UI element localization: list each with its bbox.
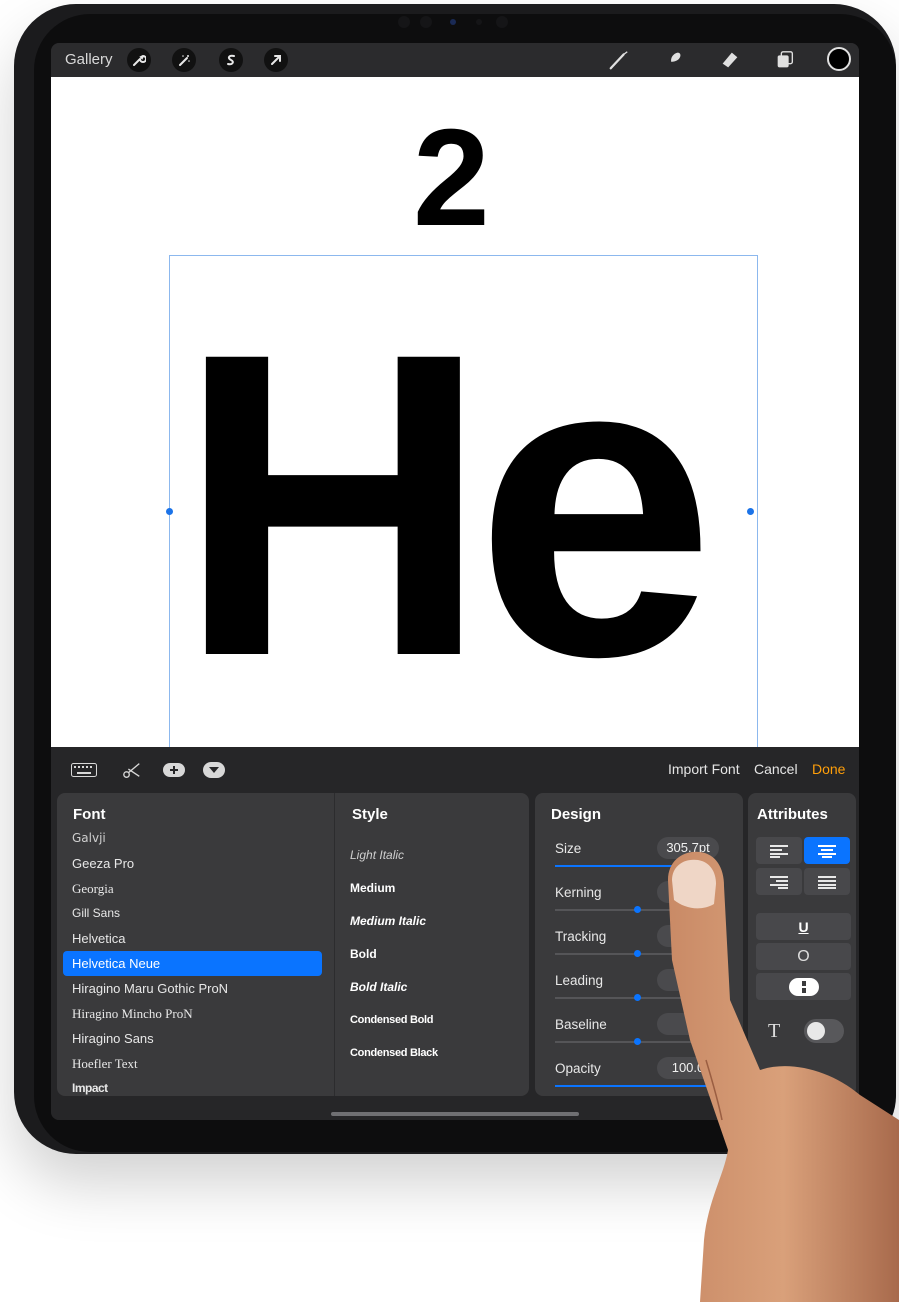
outline-button[interactable]: O xyxy=(756,943,851,970)
align-center-icon[interactable] xyxy=(804,837,850,864)
font-item[interactable]: Geeza Pro xyxy=(63,851,322,876)
text-toggle[interactable] xyxy=(804,1019,844,1043)
plus-circle-icon[interactable] xyxy=(163,759,185,781)
color-picker-button[interactable] xyxy=(827,47,851,71)
font-style-card: Font Galvji Geeza Pro Georgia Gill Sans … xyxy=(57,793,529,1096)
style-item[interactable]: Bold Italic xyxy=(350,971,438,1004)
design-card: Design Size 305.7pt Kerning Tracking Lea… xyxy=(535,793,743,1096)
opacity-value[interactable]: 100.0 xyxy=(657,1057,719,1079)
canvas-number-text: 2 xyxy=(413,101,490,255)
style-item[interactable]: Light Italic xyxy=(350,839,438,872)
underline-button[interactable]: U xyxy=(756,913,851,940)
magic-wand-icon[interactable] xyxy=(172,48,196,72)
style-item[interactable]: Condensed Bold xyxy=(350,1004,438,1037)
gallery-button[interactable]: Gallery xyxy=(65,51,113,68)
drawing-canvas[interactable]: 2 He xyxy=(51,77,859,747)
text-edit-panel: Import Font Cancel Done Font Galvji Geez… xyxy=(51,747,859,1120)
style-list[interactable]: Light Italic Medium Medium Italic Bold B… xyxy=(350,839,438,1070)
transform-arrow-icon[interactable] xyxy=(264,48,288,72)
brush-icon[interactable] xyxy=(607,48,631,72)
align-left-icon[interactable] xyxy=(756,837,802,864)
wrench-icon[interactable] xyxy=(127,48,151,72)
font-item[interactable]: Hiragino Maru Gothic ProN xyxy=(63,976,322,1001)
procreate-screen: Gallery 2 He Import Font Cancel Done Fon… xyxy=(51,43,859,1120)
tracking-label: Tracking xyxy=(555,929,607,944)
cancel-button[interactable]: Cancel xyxy=(754,761,798,777)
font-item-selected[interactable]: Helvetica Neue xyxy=(63,951,322,976)
font-item[interactable]: Georgia xyxy=(63,876,322,901)
align-right-icon[interactable] xyxy=(756,868,802,895)
front-camera xyxy=(398,12,518,32)
kerning-label: Kerning xyxy=(555,885,602,900)
font-item[interactable]: Helvetica xyxy=(63,926,322,951)
top-toolbar: Gallery xyxy=(51,43,859,77)
baseline-value[interactable] xyxy=(657,1013,719,1035)
attributes-panel-title: Attributes xyxy=(757,806,828,823)
style-item[interactable]: Bold xyxy=(350,938,438,971)
selection-icon[interactable] xyxy=(219,48,243,72)
tracking-value[interactable] xyxy=(657,925,719,947)
scissors-icon[interactable] xyxy=(121,759,143,781)
done-button[interactable]: Done xyxy=(812,761,845,777)
style-item[interactable]: Medium xyxy=(350,872,438,905)
left-resize-handle[interactable] xyxy=(166,508,173,515)
baseline-slider[interactable] xyxy=(555,1038,719,1045)
design-panel-title: Design xyxy=(551,806,602,823)
style-item[interactable]: Condensed Black xyxy=(350,1037,438,1070)
size-slider[interactable] xyxy=(555,865,719,867)
opacity-slider[interactable] xyxy=(555,1085,719,1087)
chevron-down-circle-icon[interactable] xyxy=(203,759,225,781)
style-panel-title: Style xyxy=(352,806,388,823)
eraser-icon[interactable] xyxy=(718,48,742,72)
right-resize-handle[interactable] xyxy=(747,508,754,515)
leading-label: Leading xyxy=(555,973,604,988)
size-label: Size xyxy=(555,841,582,856)
font-item[interactable]: Hiragino Mincho ProN xyxy=(63,1001,322,1026)
font-item[interactable]: Hiragino Sans xyxy=(63,1026,322,1051)
leading-slider[interactable] xyxy=(555,994,719,1001)
leading-value[interactable] xyxy=(657,969,719,991)
canvas-text[interactable]: He xyxy=(177,289,715,721)
home-indicator xyxy=(331,1112,579,1116)
keyboard-icon[interactable] xyxy=(71,759,97,781)
attributes-card: Attributes U O T xyxy=(748,793,856,1096)
font-item[interactable]: Gill Sans xyxy=(63,901,322,926)
baseline-label: Baseline xyxy=(555,1017,607,1032)
text-panel-toolbar: Import Font Cancel Done xyxy=(51,747,859,793)
font-item[interactable]: Impact xyxy=(63,1076,322,1096)
font-style-divider xyxy=(334,793,335,1096)
style-item[interactable]: Medium Italic xyxy=(350,905,438,938)
font-list[interactable]: Galvji Geeza Pro Georgia Gill Sans Helve… xyxy=(63,826,322,1096)
align-justify-icon[interactable] xyxy=(804,868,850,895)
opacity-label: Opacity xyxy=(555,1061,601,1076)
font-panel-title: Font xyxy=(73,806,106,823)
vertical-text-icon[interactable] xyxy=(756,973,851,1000)
size-value[interactable]: 305.7pt xyxy=(657,837,719,859)
text-glyph: T xyxy=(768,1020,781,1042)
smudge-icon[interactable] xyxy=(662,48,686,72)
layers-icon[interactable] xyxy=(773,48,797,72)
import-font-button[interactable]: Import Font xyxy=(668,761,740,777)
font-item[interactable]: Galvji xyxy=(63,826,322,851)
kerning-value[interactable] xyxy=(657,881,719,903)
kerning-slider[interactable] xyxy=(555,906,719,913)
tracking-slider[interactable] xyxy=(555,950,719,957)
font-item[interactable]: Hoefler Text xyxy=(63,1051,322,1076)
